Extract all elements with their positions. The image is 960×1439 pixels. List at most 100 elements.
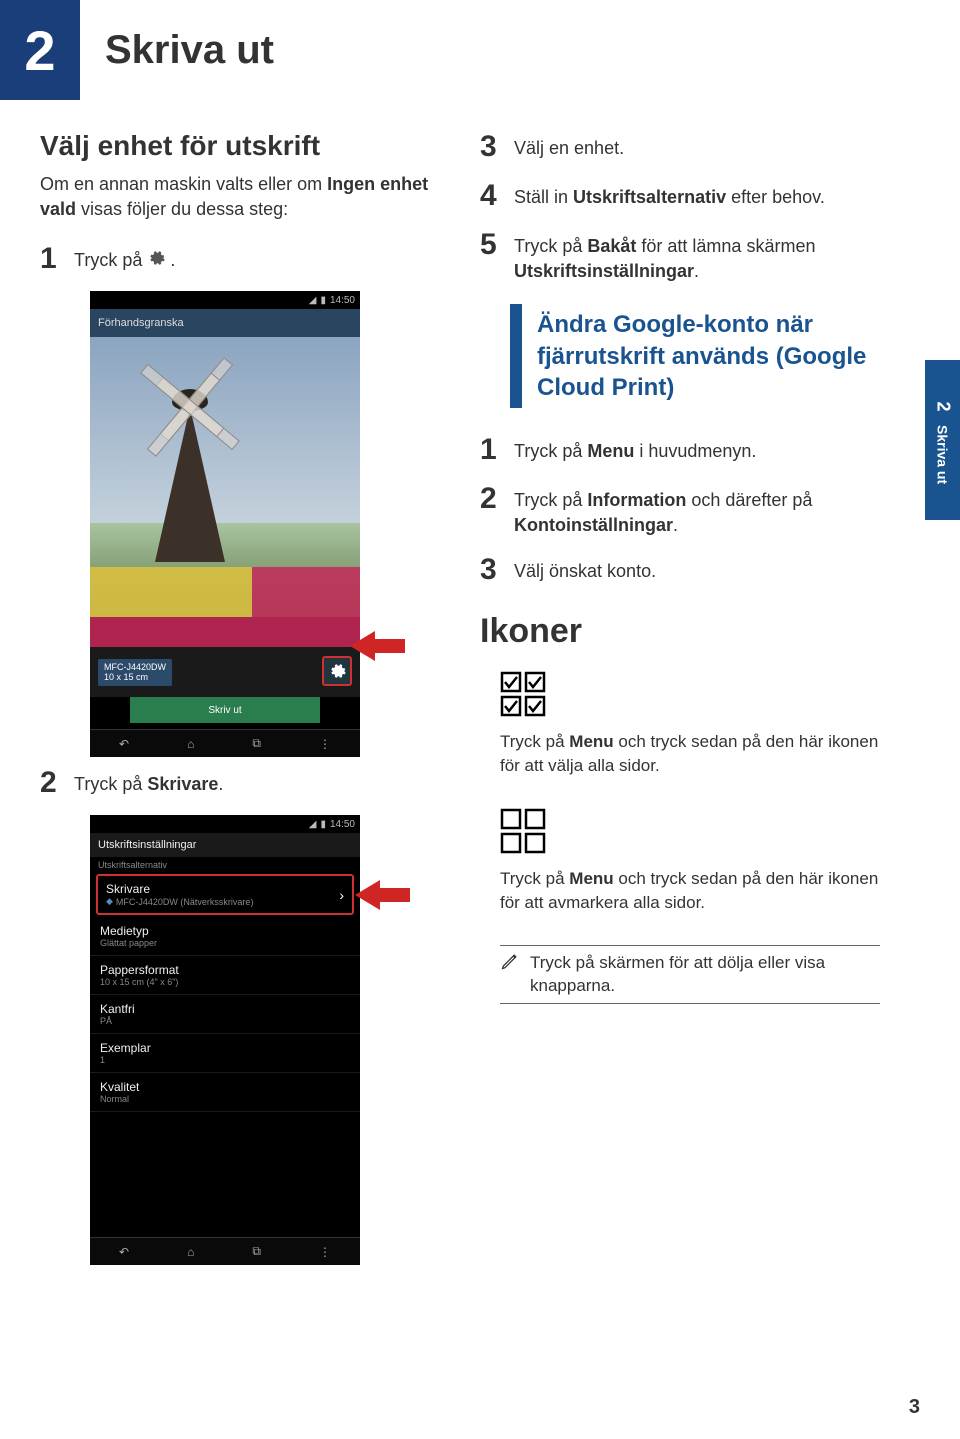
deselect-all-icon	[500, 808, 546, 859]
r-step2-mid: och därefter på	[686, 490, 812, 510]
step-text: Tryck på .	[74, 242, 175, 274]
home-icon[interactable]: ⌂	[187, 737, 194, 751]
step-text: Tryck på Menu i huvudmenyn.	[514, 433, 756, 464]
icon1-prefix: Tryck på	[500, 732, 569, 751]
tulip-band-2	[90, 617, 360, 647]
print-button[interactable]: Skriv ut	[130, 697, 320, 723]
paper-size: 10 x 15 cm	[104, 672, 166, 683]
signal-icon: ◢	[309, 295, 317, 306]
left-column: Välj enhet för utskrift Om en annan mask…	[40, 130, 450, 1265]
back-icon[interactable]: ↶	[119, 737, 129, 751]
setting-value: 1	[100, 1055, 350, 1065]
setting-label: Exemplar	[100, 1041, 350, 1055]
note-divider	[500, 945, 880, 946]
icon2-prefix: Tryck på	[500, 869, 569, 888]
gear-icon	[147, 249, 165, 274]
tulip-band-1	[90, 567, 360, 617]
icon2-bold: Menu	[569, 869, 613, 888]
battery-icon: ▮	[320, 819, 326, 830]
right-step-5: 5 Tryck på Bakåt för att lämna skärmen U…	[480, 228, 940, 284]
printer-value: MFC-J4420DW (Nätverksskrivare)	[116, 897, 254, 907]
step5-bold: Bakåt	[587, 236, 636, 256]
phone-screenshot-settings: ◢ ▮ 14:50 Utskriftsinställningar Utskrif…	[90, 815, 360, 1265]
step-text: Välj en enhet.	[514, 130, 624, 161]
step5-prefix: Tryck på	[514, 236, 587, 256]
right-step-4: 4 Ställ in Utskriftsalternativ efter beh…	[480, 179, 940, 213]
step4-prefix: Ställ in	[514, 187, 573, 207]
note-divider	[500, 1003, 880, 1004]
step-number: 5	[480, 228, 514, 262]
note-block: Tryck på skärmen för att dölja eller vis…	[500, 951, 880, 999]
section-heading-left: Välj enhet för utskrift	[40, 130, 450, 162]
step-number: 1	[40, 242, 74, 276]
home-icon[interactable]: ⌂	[187, 1245, 194, 1259]
setting-label: Kantfri	[100, 1002, 350, 1016]
status-time: 14:50	[330, 819, 355, 830]
menu-icon[interactable]: ⋮	[319, 737, 331, 751]
back-icon[interactable]: ↶	[119, 1245, 129, 1259]
step5-mid: för att lämna skärmen	[636, 236, 815, 256]
step-number: 2	[40, 766, 74, 800]
chevron-right-icon: ›	[339, 887, 344, 903]
r-step1-bold: Menu	[587, 441, 634, 461]
step5-bold2: Utskriftsinställningar	[514, 261, 694, 281]
content-area: Välj enhet för utskrift Om en annan mask…	[0, 130, 960, 1265]
step1-prefix: Tryck på	[74, 250, 147, 270]
r-step1-suffix: i huvudmenyn.	[634, 441, 756, 461]
side-tab-number: 2	[932, 401, 953, 411]
icon-group-deselect-all: Tryck på Menu och tryck sedan på den här…	[480, 808, 940, 915]
step-text: Välj önskat konto.	[514, 553, 656, 584]
step-number: 4	[480, 179, 514, 213]
left-step-1: 1 Tryck på .	[40, 242, 450, 276]
status-bar: ◢ ▮ 14:50	[90, 291, 360, 309]
setting-row-kvalitet[interactable]: Kvalitet Normal	[90, 1073, 360, 1112]
step-number: 1	[480, 433, 514, 467]
setting-label: Medietyp	[100, 924, 350, 938]
step2-suffix: .	[218, 774, 223, 794]
step2-prefix: Tryck på	[74, 774, 147, 794]
note-text: Tryck på skärmen för att dölja eller vis…	[530, 951, 880, 999]
select-all-icon	[500, 671, 546, 722]
chapter-header: 2 Skriva ut	[0, 0, 960, 100]
intro-prefix: Om en annan maskin valts eller om	[40, 174, 327, 194]
right-step-1: 1 Tryck på Menu i huvudmenyn.	[480, 433, 940, 467]
step-text: Tryck på Skrivare.	[74, 766, 223, 797]
setting-value: 10 x 15 cm (4" x 6")	[100, 977, 350, 987]
right-step-3: 3 Välj en enhet.	[480, 130, 940, 164]
step-number: 3	[480, 553, 514, 587]
setting-row-exemplar[interactable]: Exemplar 1	[90, 1034, 360, 1073]
printer-model: MFC-J4420DW	[104, 662, 166, 673]
icon1-bold: Menu	[569, 732, 613, 751]
blue-callout-heading: Ändra Google-konto när fjärrutskrift anv…	[510, 304, 940, 408]
recent-icon[interactable]: ⧉	[252, 736, 261, 751]
printer-info-box: MFC-J4420DW 10 x 15 cm	[98, 659, 172, 687]
side-tab: 2 Skriva ut	[925, 360, 960, 520]
menu-icon[interactable]: ⋮	[319, 1245, 331, 1259]
r-step1-prefix: Tryck på	[514, 441, 587, 461]
setting-value: Normal	[100, 1094, 350, 1104]
recent-icon[interactable]: ⧉	[252, 1244, 261, 1259]
side-tab-label: Skriva ut	[935, 425, 951, 484]
right-column: 3 Välj en enhet. 4 Ställ in Utskriftsalt…	[480, 130, 940, 1265]
icon-description: Tryck på Menu och tryck sedan på den här…	[500, 867, 880, 915]
setting-row-medietyp[interactable]: Medietyp Glättat papper	[90, 917, 360, 956]
setting-row-kantfri[interactable]: Kantfri PÅ	[90, 995, 360, 1034]
step-number: 2	[480, 482, 514, 516]
chapter-number-box: 2	[0, 0, 80, 100]
step-text: Tryck på Information och därefter på Kon…	[514, 482, 940, 538]
settings-gear-highlighted[interactable]	[322, 656, 352, 686]
r-step2-prefix: Tryck på	[514, 490, 587, 510]
step1-suffix: .	[170, 250, 175, 270]
step2-bold: Skrivare	[147, 774, 218, 794]
setting-row-pappersformat[interactable]: Pappersformat 10 x 15 cm (4" x 6")	[90, 956, 360, 995]
r-step2-bold: Information	[587, 490, 686, 510]
page-number: 3	[909, 1396, 920, 1419]
intro-suffix: visas följer du dessa steg:	[76, 199, 288, 219]
status-bar: ◢ ▮ 14:50	[90, 815, 360, 833]
print-bar: MFC-J4420DW 10 x 15 cm	[90, 647, 360, 697]
step-text: Tryck på Bakåt för att lämna skärmen Uts…	[514, 228, 940, 284]
red-arrow-callout	[355, 875, 410, 918]
right-step-3b: 3 Välj önskat konto.	[480, 553, 940, 587]
icon-description: Tryck på Menu och tryck sedan på den här…	[500, 730, 880, 778]
setting-row-skrivare-highlighted[interactable]: Skrivare ◆ MFC-J4420DW (Nätverksskrivare…	[96, 874, 354, 915]
